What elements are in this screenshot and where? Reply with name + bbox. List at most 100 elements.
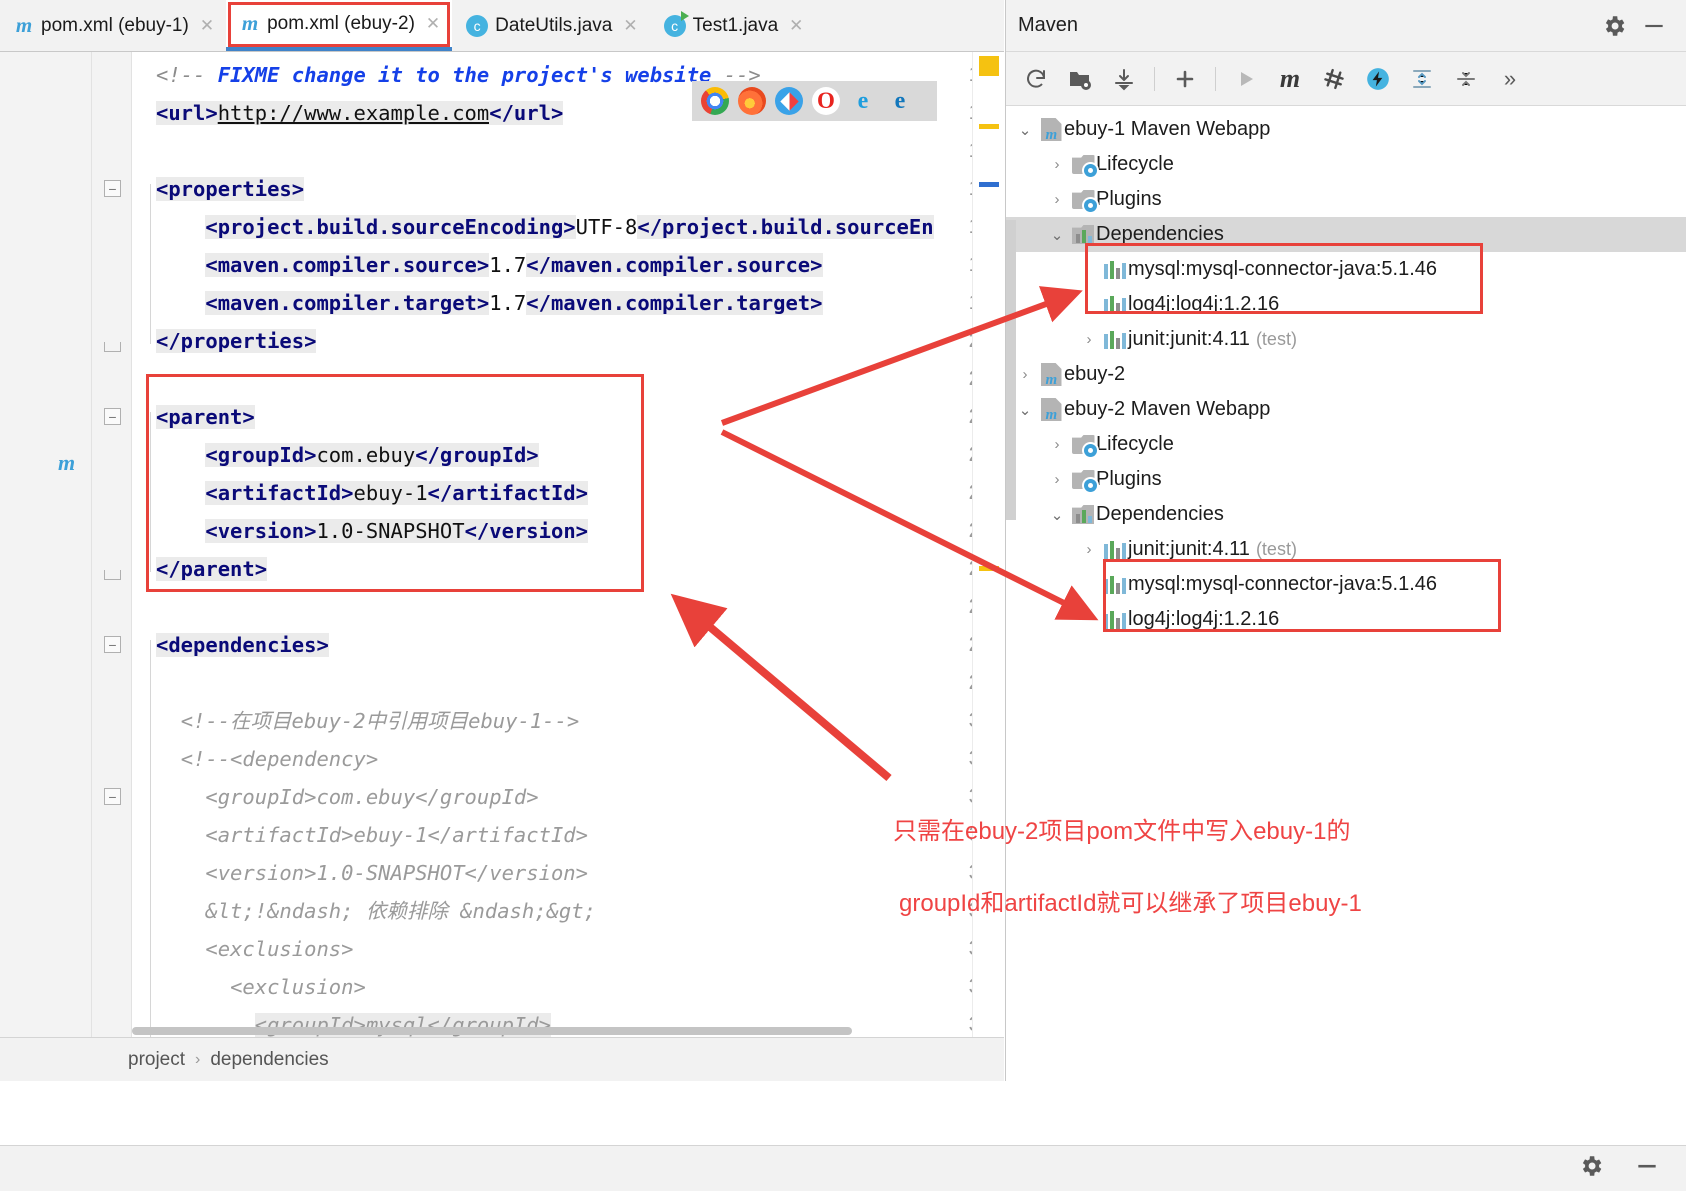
fold-toggle-dependencies[interactable]: − xyxy=(104,636,121,653)
browser-preview-toolbar[interactable]: O e e xyxy=(692,81,937,121)
code-line-25: <version>1.0-SNAPSHOT</version> xyxy=(205,519,588,543)
toggle-skip-tests-icon[interactable] xyxy=(1314,59,1354,99)
annotation-note-line-2: groupId和artifactId就可以继承了项目ebuy-1 xyxy=(899,890,1362,917)
reimport-icon[interactable] xyxy=(1016,59,1056,99)
breadcrumb-item-dependencies[interactable]: dependencies xyxy=(210,1049,328,1071)
ie-icon[interactable]: e xyxy=(849,87,877,115)
tree-node-junit-ebuy-1[interactable]: › junit:junit:4.11 (test) xyxy=(1006,322,1686,357)
chevron-right-icon[interactable]: › xyxy=(1076,331,1102,348)
dependencies-folder-icon xyxy=(1070,225,1096,244)
maven-icon: m xyxy=(15,13,33,37)
safari-icon[interactable] xyxy=(775,87,803,115)
maven-gutter-icon[interactable]: m xyxy=(58,450,75,476)
library-icon xyxy=(1102,260,1128,279)
tree-node-mysql-connector-ebuy-2[interactable]: mysql:mysql-connector-java:5.1.46 xyxy=(1006,567,1686,602)
tree-node-ebuy-2-dependencies[interactable]: ⌄ Dependencies xyxy=(1006,497,1686,532)
chevron-right-icon[interactable]: › xyxy=(1044,471,1070,488)
tree-node-ebuy-1-dependencies[interactable]: ⌄ Dependencies xyxy=(1006,217,1686,252)
close-icon[interactable]: ✕ xyxy=(200,16,214,36)
chevron-right-icon[interactable]: › xyxy=(1044,156,1070,173)
code-editor[interactable]: 13 14 15 16 17 18 19 20 21 22 23 24 25 2… xyxy=(0,52,1004,1037)
info-marker[interactable] xyxy=(979,182,999,187)
tab-label: pom.xml (ebuy-2) xyxy=(267,12,415,34)
maven-tree-scrollbar[interactable] xyxy=(1006,220,1016,520)
breadcrumb[interactable]: project › dependencies xyxy=(0,1037,1004,1081)
maven-module-icon: m xyxy=(1038,398,1064,423)
tree-node-label: Plugins xyxy=(1096,188,1162,210)
editor-horizontal-scrollbar[interactable] xyxy=(132,1027,852,1035)
collapse-all-icon[interactable] xyxy=(1446,59,1486,99)
code-line-22: <parent> xyxy=(156,405,255,429)
maven-module-icon: m xyxy=(1038,118,1064,143)
tree-node-label: Dependencies xyxy=(1096,503,1224,525)
tree-node-log4j-ebuy-1[interactable]: log4j:log4j:1.2.16 xyxy=(1006,287,1686,322)
code-text-area[interactable]: <!-- FIXME change it to the project's we… xyxy=(132,52,972,1037)
tree-node-ebuy-1-lifecycle[interactable]: › Lifecycle xyxy=(1006,147,1686,182)
run-icon[interactable] xyxy=(1226,59,1266,99)
library-icon xyxy=(1102,575,1128,594)
chevron-right-icon[interactable]: › xyxy=(1076,541,1102,558)
toolbar-separator xyxy=(1154,66,1155,91)
tree-node-ebuy-2[interactable]: › m ebuy-2 xyxy=(1006,357,1686,392)
chevron-right-icon: › xyxy=(195,1050,201,1068)
tab-pom-ebuy-1[interactable]: m pom.xml (ebuy-1) ✕ xyxy=(0,0,226,51)
firefox-icon[interactable] xyxy=(738,87,766,115)
tab-dateutils-java[interactable]: c DateUtils.java ✕ xyxy=(452,0,649,51)
folder-gear-icon xyxy=(1070,190,1097,212)
breadcrumb-item-project[interactable]: project xyxy=(128,1049,185,1071)
fold-toggle-parent[interactable]: − xyxy=(104,408,121,425)
tree-node-label: junit:junit:4.11 xyxy=(1128,538,1250,560)
tree-node-ebuy-1-maven-webapp[interactable]: ⌄ m ebuy-1 Maven Webapp xyxy=(1006,112,1686,147)
ide-window: m pom.xml (ebuy-1) ✕ m pom.xml (ebuy-2) … xyxy=(0,0,1686,1191)
minimize-icon[interactable] xyxy=(1634,6,1674,46)
chevron-down-icon[interactable]: ⌄ xyxy=(1044,506,1070,524)
tree-node-ebuy-2-lifecycle[interactable]: › Lifecycle xyxy=(1006,427,1686,462)
add-icon[interactable] xyxy=(1165,59,1205,99)
opera-icon[interactable]: O xyxy=(812,87,840,115)
close-icon[interactable]: ✕ xyxy=(623,16,637,36)
more-icon[interactable]: » xyxy=(1490,59,1530,99)
tree-node-label: ebuy-1 Maven Webapp xyxy=(1064,118,1271,140)
maven-projects-tree[interactable]: ⌄ m ebuy-1 Maven Webapp › Lifecycle › Pl… xyxy=(1006,106,1686,637)
tree-node-ebuy-2-maven-webapp[interactable]: ⌄ m ebuy-2 Maven Webapp xyxy=(1006,392,1686,427)
chevron-right-icon[interactable]: › xyxy=(1044,191,1070,208)
chevron-down-icon[interactable]: ⌄ xyxy=(1044,226,1070,244)
download-sources-icon[interactable] xyxy=(1104,59,1144,99)
tree-node-label: junit:junit:4.11 xyxy=(1128,328,1250,350)
warning-marker[interactable] xyxy=(979,566,999,571)
tree-node-ebuy-1-plugins[interactable]: › Plugins xyxy=(1006,182,1686,217)
generate-sources-icon[interactable] xyxy=(1060,59,1100,99)
maven-toolbar[interactable]: m » xyxy=(1006,52,1686,106)
gear-icon[interactable] xyxy=(1594,6,1634,46)
expand-all-icon[interactable] xyxy=(1402,59,1442,99)
tree-node-label: ebuy-2 xyxy=(1064,363,1126,385)
code-folding-gutter[interactable] xyxy=(92,52,132,1037)
maven-panel-header: Maven xyxy=(1006,0,1686,52)
tree-node-mysql-connector-ebuy-1[interactable]: mysql:mysql-connector-java:5.1.46 xyxy=(1006,252,1686,287)
tree-node-ebuy-2-plugins[interactable]: › Plugins xyxy=(1006,462,1686,497)
gear-icon[interactable] xyxy=(1578,1153,1604,1184)
edge-icon[interactable]: e xyxy=(886,87,914,115)
close-icon[interactable]: ✕ xyxy=(426,14,440,34)
dependencies-folder-icon xyxy=(1070,505,1096,524)
tree-node-log4j-ebuy-2[interactable]: log4j:log4j:1.2.16 xyxy=(1006,602,1686,637)
tab-label: pom.xml (ebuy-1) xyxy=(41,14,189,36)
warning-marker[interactable] xyxy=(979,124,999,129)
minimize-icon[interactable] xyxy=(1634,1153,1660,1184)
chevron-down-icon[interactable]: ⌄ xyxy=(1012,121,1038,139)
execute-maven-goal-icon[interactable]: m xyxy=(1270,59,1310,99)
code-line-35: &lt;!&ndash; 依赖排除 &ndash;&gt; xyxy=(205,899,596,923)
chrome-icon[interactable] xyxy=(701,87,729,115)
toggle-offline-icon[interactable] xyxy=(1358,59,1398,99)
chevron-right-icon[interactable]: › xyxy=(1044,436,1070,453)
close-icon[interactable]: ✕ xyxy=(789,16,803,36)
tab-test1-java[interactable]: c Test1.java ✕ xyxy=(650,0,816,51)
fold-toggle-dependency-comment[interactable]: − xyxy=(104,788,121,805)
tree-node-label: Lifecycle xyxy=(1096,433,1174,455)
warning-marker[interactable] xyxy=(979,56,999,76)
tab-pom-ebuy-2[interactable]: m pom.xml (ebuy-2) ✕ xyxy=(226,0,453,51)
code-line-14: <url>http://www.example.com</url> xyxy=(156,101,564,125)
tree-node-junit-ebuy-2[interactable]: › junit:junit:4.11 (test) xyxy=(1006,532,1686,567)
fold-toggle-properties[interactable]: − xyxy=(104,180,121,197)
status-bar xyxy=(0,1145,1686,1191)
